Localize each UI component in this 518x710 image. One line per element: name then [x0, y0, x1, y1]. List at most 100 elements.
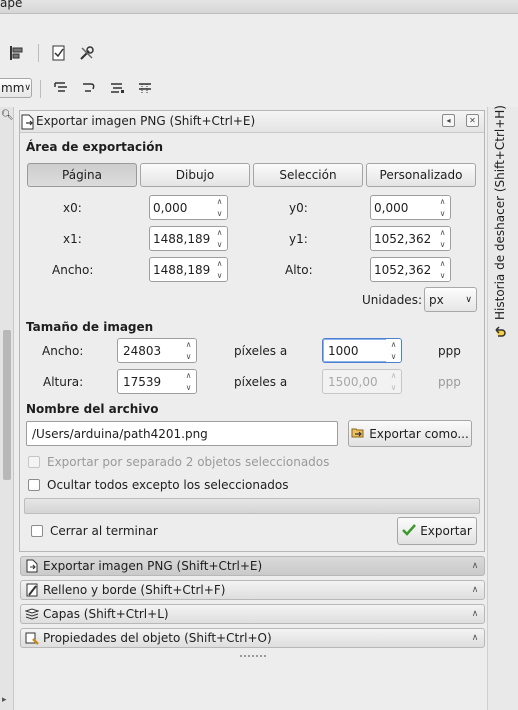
area-width-value: 1488,189: [153, 262, 211, 277]
chevron-up-icon[interactable]: ∧: [466, 633, 484, 643]
export-as-button[interactable]: Exportar como...: [348, 420, 472, 447]
preferences-tools-icon[interactable]: [76, 42, 98, 64]
y0-spinbox[interactable]: 0,000 ∧ ∨: [370, 195, 451, 220]
chevron-up-icon[interactable]: ∧: [466, 561, 484, 571]
spin-arrows-icon[interactable]: ∧ ∨: [435, 258, 450, 281]
units-label: Unidades:: [362, 293, 422, 307]
area-width-label: Ancho:: [52, 263, 94, 277]
x1-value: 1488,189: [153, 231, 211, 246]
image-height-spinbox[interactable]: 17539 ∧ ∨: [117, 369, 197, 394]
export-button[interactable]: Exportar: [397, 517, 477, 545]
tab-drawing[interactable]: Dibujo: [140, 163, 250, 187]
unit-combo[interactable]: mm ∨: [0, 78, 32, 98]
export-png-icon: [21, 114, 35, 133]
image-height-value: 17539: [123, 374, 162, 389]
window-title: ape: [0, 0, 23, 10]
toolbar-separator: [38, 44, 39, 62]
layers-icon: [24, 607, 40, 621]
batch-export-checkbox[interactable]: [28, 456, 40, 468]
x0-spinbox[interactable]: 0,000 ∧ ∨: [149, 195, 228, 220]
folder-icon: [351, 426, 365, 442]
y1-spinbox[interactable]: 1052,362 ∧ ∨: [370, 226, 451, 251]
image-height-label: Altura:: [43, 375, 84, 389]
window-title-bar: ape: [0, 0, 518, 14]
align-left-icon[interactable]: [6, 42, 28, 64]
image-width-label: Ancho:: [42, 344, 84, 358]
tab-custom[interactable]: Personalizado: [366, 163, 476, 187]
panel-iconify-icon[interactable]: ◂: [442, 114, 455, 127]
spin-arrows-icon[interactable]: ∧ ∨: [386, 339, 401, 362]
spin-arrows-icon[interactable]: ∧ ∨: [212, 258, 227, 281]
y1-label: y1:: [289, 232, 308, 246]
area-height-spinbox[interactable]: 1052,362 ∧ ∨: [370, 257, 451, 282]
dock-label: Propiedades del objeto (Shift+Ctrl+O): [43, 631, 272, 645]
area-width-spinbox[interactable]: 1488,189 ∧ ∨: [149, 257, 228, 282]
units-combo[interactable]: px ∨: [424, 287, 477, 312]
dock-fill-stroke[interactable]: Relleno y borde (Shift+Ctrl+F) ∧: [20, 580, 485, 600]
spin-arrows-icon: ∧ ∨: [386, 370, 401, 393]
tab-selection[interactable]: Selección: [253, 163, 363, 187]
image-size-heading: Tamaño de imagen: [26, 320, 154, 334]
area-height-value: 1052,362: [374, 262, 432, 277]
export-png-icon: [24, 559, 40, 573]
dpi-x-spinbox[interactable]: 1000 ∧ ∨: [322, 338, 402, 363]
x1-spinbox[interactable]: 1488,189 ∧ ∨: [149, 226, 228, 251]
filename-input[interactable]: /Users/arduina/path4201.png: [26, 421, 338, 446]
x0-label: x0:: [63, 201, 82, 215]
export-panel-title: Exportar imagen PNG (Shift+Ctrl+E): [36, 114, 256, 128]
unit-combo-value: mm: [1, 81, 25, 95]
snap-bbox-icon[interactable]: [50, 77, 72, 99]
filename-heading: Nombre del archivo: [26, 402, 159, 416]
chevron-down-icon: ∨: [24, 83, 31, 93]
tab-page[interactable]: Página: [27, 163, 137, 187]
hide-except-selected-checkbox[interactable]: [28, 479, 40, 491]
export-area-heading: Área de exportación: [26, 140, 164, 154]
dpi-y-value: 1500,00: [328, 374, 378, 389]
pixels-at-label: píxeles a: [234, 375, 288, 389]
x1-label: x1:: [63, 232, 82, 246]
undo-history-tab[interactable]: Historia de deshacer (Shift+Ctrl+H): [493, 105, 507, 320]
export-label: Exportar: [420, 524, 472, 538]
dock-label: Relleno y borde (Shift+Ctrl+F): [43, 583, 226, 597]
export-as-label: Exportar como...: [369, 426, 469, 441]
dpi-x-value: 1000: [328, 343, 359, 358]
object-properties-icon: [24, 631, 40, 645]
checkmark-icon: [402, 523, 417, 539]
document-properties-icon[interactable]: [48, 42, 70, 64]
dock-export-png[interactable]: Exportar imagen PNG (Shift+Ctrl+E) ∧: [20, 556, 485, 576]
y0-label: y0:: [289, 201, 308, 215]
units-value: px: [429, 292, 444, 307]
dpi-y-spinbox: 1500,00 ∧ ∨: [322, 369, 402, 394]
spin-arrows-icon[interactable]: ∧ ∨: [212, 196, 227, 219]
chevron-up-icon[interactable]: ∧: [466, 609, 484, 619]
chevron-down-icon: ∨: [465, 294, 472, 305]
hide-except-selected-label: Ocultar todos excepto los seleccionados: [47, 478, 289, 492]
y0-value: 0,000: [374, 200, 409, 215]
close-when-done-checkbox[interactable]: [31, 525, 43, 537]
spin-arrows-icon[interactable]: ∧ ∨: [212, 227, 227, 250]
spin-arrows-icon[interactable]: ∧ ∨: [181, 339, 196, 362]
image-width-value: 24803: [123, 343, 162, 358]
batch-export-label: Exportar por separado 2 objetos seleccio…: [47, 455, 330, 469]
spin-arrows-icon[interactable]: ∧ ∨: [435, 227, 450, 250]
panel-close-icon[interactable]: ✕: [466, 114, 479, 127]
dock-label: Exportar imagen PNG (Shift+Ctrl+E): [43, 559, 263, 573]
chevron-up-icon[interactable]: ∧: [466, 585, 484, 595]
undo-history-icon[interactable]: [492, 325, 508, 341]
spin-arrows-icon[interactable]: ∧ ∨: [435, 196, 450, 219]
scroll-down-icon[interactable]: ▸: [2, 695, 7, 705]
dpi-unit-label: ppp: [438, 375, 461, 389]
spin-arrows-icon[interactable]: ∧ ∨: [181, 370, 196, 393]
search-icon: 🔍︎: [1, 110, 14, 121]
dpi-unit-label: ppp: [438, 344, 461, 358]
image-width-spinbox[interactable]: 24803 ∧ ∨: [117, 338, 197, 363]
snap-grid-icon[interactable]: [134, 77, 156, 99]
dock-layers[interactable]: Capas (Shift+Ctrl+L) ∧: [20, 604, 485, 624]
dock-object-properties[interactable]: Propiedades del objeto (Shift+Ctrl+O) ∧: [20, 628, 485, 648]
dock-resize-grip[interactable]: [240, 655, 266, 658]
area-height-label: Alto:: [285, 263, 313, 277]
vertical-scrollbar-thumb[interactable]: [3, 330, 11, 480]
snap-nodes-icon[interactable]: [78, 77, 100, 99]
snap-guides-icon[interactable]: [106, 77, 128, 99]
y1-value: 1052,362: [374, 231, 432, 246]
